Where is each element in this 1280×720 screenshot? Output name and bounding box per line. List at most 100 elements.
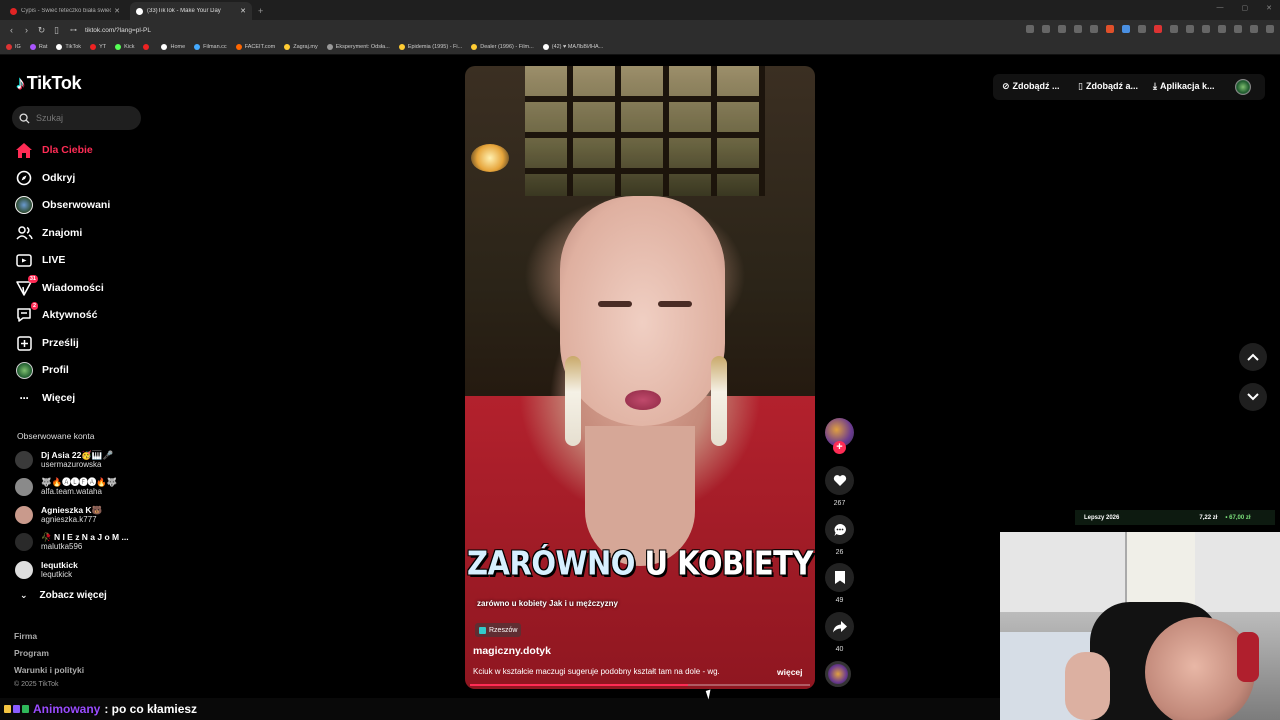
extension-icon[interactable]: [1122, 25, 1130, 33]
user-avatar[interactable]: [1235, 79, 1251, 95]
back-icon[interactable]: ‹: [4, 25, 19, 35]
bookmark-item[interactable]: Filman.cc: [194, 44, 227, 50]
followed-account[interactable]: Agnieszka K🐻 agnieszka.k777: [15, 505, 102, 525]
video-author[interactable]: magiczny.dotyk: [473, 645, 551, 657]
followed-account[interactable]: 🥀 N I E z N a J o M ... malutka596: [15, 532, 129, 552]
nav-for-you[interactable]: Dla Ciebie: [14, 139, 93, 161]
bookmark-item[interactable]: Eksperyment: Odsła...: [326, 44, 390, 50]
extensions-puzzle-icon[interactable]: [1186, 25, 1194, 33]
heart-icon[interactable]: [825, 466, 854, 495]
bookmark-item[interactable]: (42) ♥ МАЛЬВИНА...: [542, 44, 603, 50]
messages-icon: 31: [14, 275, 38, 298]
wallet-icon[interactable]: [1234, 25, 1242, 33]
video-mouth: [625, 390, 661, 410]
video-player[interactable]: ZARÓWNO U KOBIETY zarówno u kobiety Jak …: [465, 66, 815, 689]
nav-messages[interactable]: 31 Wiadomości: [14, 275, 104, 299]
chat-text: : po co kłamiesz: [104, 702, 198, 716]
nav-explore[interactable]: Odkryj: [14, 167, 75, 189]
media-icon[interactable]: [1250, 25, 1258, 33]
bookmark-icon[interactable]: ▯: [49, 25, 64, 36]
browser-nav-bar: ‹ › ↻ ▯ ⊶ tiktok.com/?lang=pl-PL: [0, 20, 1280, 40]
new-tab-button[interactable]: +: [258, 2, 263, 20]
download-icon[interactable]: [1202, 25, 1210, 33]
bookmark-item[interactable]: IG: [6, 44, 21, 50]
comment-action[interactable]: 26: [825, 515, 854, 556]
minimize-icon[interactable]: —: [1217, 4, 1224, 12]
avatar: [15, 506, 33, 524]
link-icon[interactable]: [1218, 25, 1226, 33]
followed-account[interactable]: 🐺🔥🅐🅛🅕🅐🔥🐺 alfa.team.wataha: [15, 477, 117, 497]
followed-account[interactable]: Dj Asia 22🥳🎹🎤 usermazurowska: [15, 450, 113, 470]
comment-icon[interactable]: [825, 515, 854, 544]
bookmark-item[interactable]: Zagraj.my: [284, 44, 318, 50]
save-action[interactable]: 49: [825, 563, 854, 604]
nav-live[interactable]: LIVE: [14, 249, 65, 271]
chat-badges: [4, 705, 29, 713]
desktop-app-button[interactable]: ⤓ Aplikacja k...: [1153, 74, 1215, 98]
maximize-icon[interactable]: ▢: [1242, 4, 1249, 12]
extensions-area: [1026, 25, 1274, 33]
location-tag[interactable]: Rzeszów: [475, 623, 522, 637]
footer-link-terms[interactable]: Warunki i polityki: [14, 665, 84, 675]
share-action[interactable]: 40: [825, 612, 854, 653]
bookmark-item[interactable]: Kick: [115, 44, 134, 50]
followed-account[interactable]: lequtkick lequtkick: [15, 560, 78, 580]
forward-icon[interactable]: ›: [19, 25, 34, 35]
bookmark-item[interactable]: Epidemia (1995) - Fi...: [398, 44, 462, 50]
avatar: [15, 561, 33, 579]
bookmark-item[interactable]: [143, 44, 152, 50]
video-lamp: [471, 144, 509, 172]
nav-more[interactable]: ··· Więcej: [14, 387, 76, 409]
bookmark-item[interactable]: Rat: [29, 44, 47, 50]
nav-upload[interactable]: Prześlij: [14, 332, 79, 354]
bookmark-item[interactable]: Dealer (1996) - Film...: [471, 44, 534, 50]
reload-icon[interactable]: ↻: [34, 25, 49, 36]
video-progress-bar[interactable]: [470, 684, 810, 686]
close-window-icon[interactable]: ✕: [1266, 4, 1272, 12]
bookmark-item[interactable]: FACEIT.com: [235, 44, 275, 50]
search-input[interactable]: [36, 113, 136, 123]
extension-icon[interactable]: [1154, 25, 1162, 33]
streamer-webcam: [1000, 532, 1280, 720]
chat-username: Animowany: [33, 702, 101, 716]
get-app-button[interactable]: ▯ Zdobądź a...: [1078, 74, 1138, 98]
site-info-icon[interactable]: ⊶: [70, 26, 77, 34]
bookmark-save-icon[interactable]: [825, 563, 854, 592]
nav-profile[interactable]: Profil: [14, 359, 69, 381]
next-video-button[interactable]: [1239, 383, 1267, 411]
tiktok-note-icon: ♪: [16, 73, 25, 93]
browser-tab-2[interactable]: (33)TikTok - Make Your Day ✕: [130, 2, 252, 20]
bookmark-item[interactable]: TikTok: [56, 44, 81, 50]
follow-plus-button[interactable]: +: [833, 441, 846, 454]
footer-link-company[interactable]: Firma: [14, 631, 37, 641]
music-disc-icon[interactable]: [825, 661, 851, 687]
nav-activity[interactable]: 2 Aktywność: [14, 302, 97, 326]
previous-video-button[interactable]: [1239, 343, 1267, 371]
extension-icon[interactable]: [1170, 25, 1178, 33]
extension-icon[interactable]: [1138, 25, 1146, 33]
extension-icon[interactable]: [1042, 25, 1050, 33]
zoom-icon[interactable]: [1074, 25, 1082, 33]
search-box[interactable]: [12, 106, 141, 130]
share-icon[interactable]: [1090, 25, 1098, 33]
close-tab-icon[interactable]: ✕: [114, 7, 120, 15]
address-bar[interactable]: ⊶ tiktok.com/?lang=pl-PL: [70, 23, 1030, 37]
nav-following[interactable]: Obserwowani: [14, 194, 110, 216]
footer-link-program[interactable]: Program: [14, 648, 49, 658]
like-action[interactable]: 267: [825, 466, 854, 507]
tiktok-logo[interactable]: ♪ TikTok: [16, 73, 82, 94]
bookmark-item[interactable]: Home: [161, 44, 185, 50]
extension-icon[interactable]: [1058, 25, 1066, 33]
extension-icon[interactable]: [1026, 25, 1034, 33]
menu-icon[interactable]: [1266, 25, 1274, 33]
bookmark-item[interactable]: YT: [90, 44, 106, 50]
brave-shield-icon[interactable]: [1106, 25, 1114, 33]
browser-tab-1[interactable]: Cypis - Świeć feteczko biała świeć - ...…: [4, 2, 126, 20]
browser-tab-bar: Cypis - Świeć feteczko biała świeć - ...…: [0, 0, 1280, 20]
see-more-button[interactable]: ⌄ Zobacz więcej: [20, 590, 107, 601]
nav-friends[interactable]: Znajomi: [14, 222, 82, 244]
get-coins-button[interactable]: ⊘ Zdobądź ...: [1002, 74, 1060, 98]
share-icon[interactable]: [825, 612, 854, 641]
close-tab-icon[interactable]: ✕: [240, 7, 246, 15]
more-button[interactable]: więcej: [777, 667, 803, 677]
